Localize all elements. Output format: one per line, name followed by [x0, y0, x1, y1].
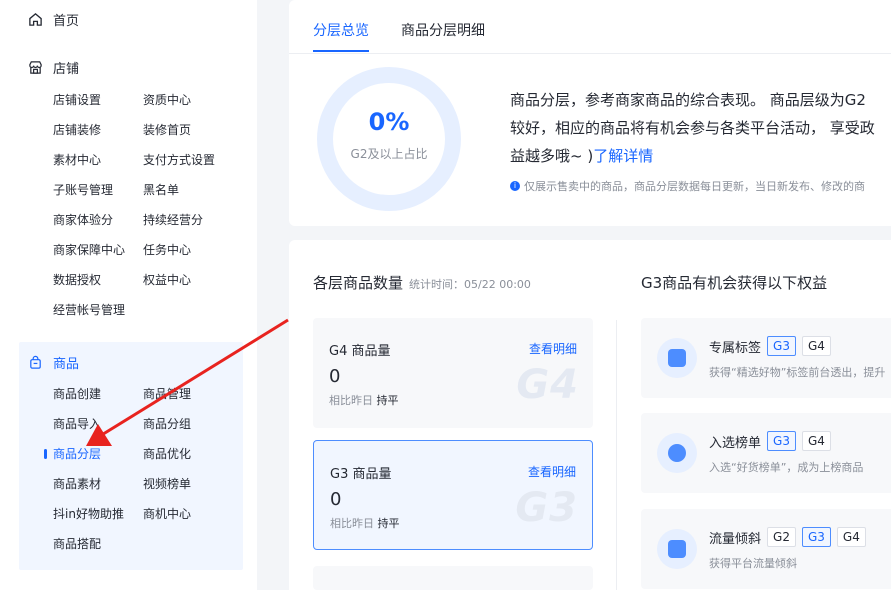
g4-count-card[interactable]: G4 G4 商品量 查看明细 0 相比昨日 持平 [313, 318, 593, 428]
info-icon: i [510, 181, 520, 191]
benefits-title: G3商品有机会获得以下权益 [641, 274, 828, 292]
sidebar-item-data-auth[interactable]: 数据授权 [53, 265, 143, 295]
compare-value: 持平 [377, 517, 400, 530]
card-title: G4 商品量 [329, 344, 391, 359]
tag-icon [657, 338, 697, 378]
sidebar-item-opportunity[interactable]: 商机中心 [143, 499, 243, 529]
benefit-desc: 获得平台流量倾斜 [709, 557, 797, 570]
note-text: 仅展示售卖中的商品，商品分层数据每日更新，当日新发布、修改的商 [524, 180, 865, 193]
sidebar-item-goods-import[interactable]: 商品导入 [53, 409, 143, 439]
goods-menu: 商品创建 商品管理 商品导入 商品分组 商品分层 商品优化 商品素材 视频榜单 … [53, 379, 243, 559]
tab-overview[interactable]: 分层总览 [313, 20, 369, 40]
compare-value: 持平 [376, 394, 399, 407]
sidebar-item-shop-settings[interactable]: 店铺设置 [53, 85, 143, 115]
card-value: 0 [329, 366, 341, 387]
tier-tag: G3 [801, 527, 831, 547]
overview-description: 商品分层，参考商家商品的综合表现。 商品层级为G2 较好，相应的商品将有机会参与… [510, 86, 891, 170]
counts-title: 各层商品数量 [313, 274, 404, 292]
stat-time: 统计时间：05/22 00:00 [409, 278, 531, 291]
benefit-ranking: 入选榜单 G3 G4 入选“好货榜单”，成为上榜商品 [641, 413, 891, 493]
benefit-title: 流量倾斜 G2 G3 G4 [709, 527, 866, 547]
sidebar-item-video-rank[interactable]: 视频榜单 [143, 469, 243, 499]
sidebar-item-blacklist[interactable]: 黑名单 [143, 175, 243, 205]
sidebar-item-home[interactable]: 首页 [28, 10, 79, 29]
ratio-label: G2及以上占比 [350, 147, 428, 161]
sidebar-item-label: 首页 [53, 14, 80, 29]
sidebar-section-label: 店铺 [53, 62, 80, 77]
tier-tag: G4 [801, 431, 831, 451]
active-indicator [44, 449, 47, 459]
sidebar-item-decoration-home[interactable]: 装修首页 [143, 115, 243, 145]
card-compare: 相比昨日 持平 [329, 392, 399, 408]
g3-count-card[interactable]: G3 G3 商品量 查看明细 0 相比昨日 持平 [313, 440, 593, 550]
counts-header: 各层商品数量 统计时间：05/22 00:00 [313, 272, 531, 293]
data-note: i 仅展示售卖中的商品，商品分层数据每日更新，当日新发布、修改的商 [510, 178, 865, 194]
tier-tag: G3 [767, 336, 796, 356]
sidebar-item-goods-optimize[interactable]: 商品优化 [143, 439, 243, 469]
tier-tag: G3 [767, 431, 796, 451]
desc-line: 益越多哦~ ) [510, 147, 594, 165]
desc-line: 较好，相应的商品将有机会参与各类平台活动， 享受政 [510, 119, 875, 137]
benefit-desc: 获得“精选好物”标签前台透出，提升 [709, 366, 886, 379]
sidebar-item-guarantee[interactable]: 商家保障中心 [53, 235, 143, 265]
benefit-title: 入选榜单 G3 G4 [709, 431, 831, 451]
trend-icon [657, 529, 697, 569]
badge-icon [657, 433, 697, 473]
view-detail-link[interactable]: 查看明细 [528, 463, 576, 480]
sidebar-section-label: 商品 [53, 357, 80, 372]
bag-icon [30, 355, 41, 369]
benefit-title: 专属标签 G3 G4 [709, 336, 831, 356]
sidebar-item-business-account[interactable]: 经营帐号管理 [53, 295, 143, 325]
ratio-value: 0% [368, 108, 410, 136]
sidebar-item-tasks[interactable]: 任务中心 [143, 235, 243, 265]
sidebar: 首页 店铺 店铺设置 资质中心 店铺装修 装修首页 素材中心 支付方式设置 子账… [0, 0, 257, 590]
tier-watermark: G3 [515, 485, 578, 531]
tier-watermark: G4 [516, 362, 579, 408]
sidebar-item-goods-manage[interactable]: 商品管理 [143, 379, 243, 409]
sidebar-item-goods-material[interactable]: 商品素材 [53, 469, 143, 499]
benefit-exclusive-tag: 专属标签 G3 G4 获得“精选好物”标签前台透出，提升 [641, 318, 891, 398]
tier-tag: G4 [836, 527, 866, 547]
tab-underline [313, 50, 369, 52]
g2-count-card[interactable] [313, 566, 593, 590]
sidebar-item-payment[interactable]: 支付方式设置 [143, 145, 243, 175]
benefit-name: 专属标签 [709, 340, 762, 356]
sidebar-item-rights[interactable]: 权益中心 [143, 265, 243, 295]
ratio-ring [317, 67, 461, 211]
tab-detail[interactable]: 商品分层明细 [401, 20, 485, 40]
sidebar-item-operation-score[interactable]: 持续经营分 [143, 205, 243, 235]
card-title: G3 商品量 [330, 467, 392, 482]
benefit-traffic: 流量倾斜 G2 G3 G4 获得平台流量倾斜 [641, 509, 891, 589]
sidebar-item-subaccount[interactable]: 子账号管理 [53, 175, 143, 205]
view-detail-link[interactable]: 查看明细 [529, 340, 577, 357]
shop-icon [29, 61, 42, 74]
compare-label: 相比昨日 [330, 517, 374, 530]
sidebar-item-douin-boost[interactable]: 抖in好物助推 [53, 499, 143, 529]
sidebar-item-goods-tier[interactable]: 商品分层 [53, 439, 143, 469]
sidebar-item-material[interactable]: 素材中心 [53, 145, 143, 175]
sidebar-item-experience[interactable]: 商家体验分 [53, 205, 143, 235]
benefit-desc: 入选“好货榜单”，成为上榜商品 [709, 461, 864, 474]
tab-bar [289, 0, 891, 54]
home-icon [29, 13, 42, 26]
column-divider [616, 320, 617, 590]
sidebar-item-goods-bundle[interactable]: 商品搭配 [53, 529, 143, 559]
card-value: 0 [330, 489, 342, 510]
sidebar-item-goods-create[interactable]: 商品创建 [53, 379, 143, 409]
shop-menu: 店铺设置 资质中心 店铺装修 装修首页 素材中心 支付方式设置 子账号管理 黑名… [53, 85, 243, 325]
learn-more-link[interactable]: 了解详情 [593, 147, 653, 165]
benefit-name: 流量倾斜 [709, 531, 762, 547]
benefit-name: 入选榜单 [709, 435, 762, 451]
desc-line: 商品分层，参考商家商品的综合表现。 商品层级为G2 [510, 91, 866, 109]
tier-tag: G4 [801, 336, 831, 356]
sidebar-item-qualification[interactable]: 资质中心 [143, 85, 243, 115]
sidebar-item-decoration[interactable]: 店铺装修 [53, 115, 143, 145]
sidebar-item-goods-group[interactable]: 商品分组 [143, 409, 243, 439]
sidebar-section-shop[interactable]: 店铺 [28, 58, 79, 77]
card-compare: 相比昨日 持平 [330, 515, 400, 531]
sidebar-section-goods[interactable]: 商品 [28, 353, 79, 372]
compare-label: 相比昨日 [329, 394, 373, 407]
tier-tag: G2 [767, 527, 796, 547]
